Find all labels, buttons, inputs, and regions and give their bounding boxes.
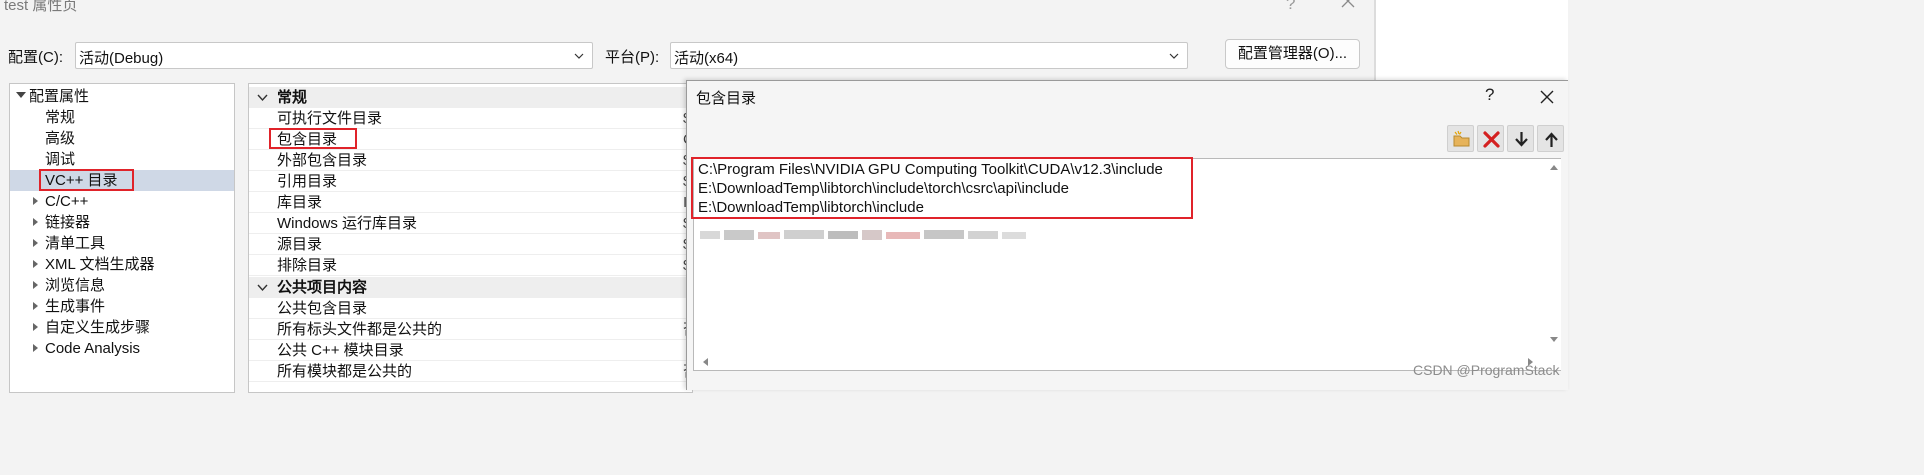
row-label: 所有标头文件都是公共的: [277, 321, 443, 338]
category-label: 常规: [277, 89, 308, 106]
collapsed-icon[interactable]: [33, 218, 38, 226]
collapsed-icon[interactable]: [33, 281, 38, 289]
tree-item-general[interactable]: 常规: [45, 107, 75, 128]
row-label: 源目录: [277, 236, 323, 253]
tree-root[interactable]: 配置属性: [29, 86, 89, 107]
help-button[interactable]: ?: [1485, 85, 1494, 105]
property-tree: 配置属性 常规 高级 调试 VC++ 目录 C/C++ 链接器 清单工具 XML…: [9, 83, 235, 393]
move-up-button[interactable]: [1537, 125, 1564, 152]
grid-row[interactable]: 可执行文件目录$: [249, 108, 691, 129]
watermark: CSDN @ProgramStack: [1413, 362, 1560, 378]
category-public-content[interactable]: 公共项目内容: [249, 277, 689, 298]
new-folder-icon: [1453, 130, 1470, 147]
collapsed-icon[interactable]: [33, 344, 38, 352]
row-label: 所有模块都是公共的: [277, 363, 413, 380]
window-title: test 属性页: [4, 0, 78, 14]
category-label: 公共项目内容: [277, 279, 368, 296]
include-directories-dialog: 包含目录 ? C:\Program Files\NVIDIA GPU Compu…: [686, 80, 1568, 390]
grid-row[interactable]: 公共包含目录: [249, 298, 689, 319]
tree-item-custom-build[interactable]: 自定义生成步骤: [45, 317, 150, 338]
platform-dropdown[interactable]: 活动(x64): [670, 42, 1188, 69]
grid-row[interactable]: Windows 运行库目录$: [249, 213, 691, 234]
row-label: 排除目录: [277, 257, 338, 274]
chevron-down-icon: [574, 53, 584, 59]
expand-icon[interactable]: [16, 92, 26, 98]
scroll-up-icon[interactable]: [1550, 165, 1558, 170]
highlight-box: [39, 169, 134, 191]
collapsed-icon[interactable]: [33, 197, 38, 205]
chevron-down-icon: [257, 94, 268, 102]
collapsed-icon[interactable]: [33, 239, 38, 247]
highlight-box: [269, 128, 357, 149]
blurred-entry: [700, 230, 1026, 240]
tree-item-browse-info[interactable]: 浏览信息: [45, 275, 105, 296]
config-dropdown[interactable]: 活动(Debug): [75, 42, 593, 69]
category-general[interactable]: 常规: [249, 87, 689, 108]
tree-item-linker[interactable]: 链接器: [45, 212, 90, 233]
config-value: 活动(Debug): [79, 50, 164, 67]
tree-item-debugging[interactable]: 调试: [45, 149, 75, 170]
move-up-icon: [1545, 132, 1558, 147]
grid-row[interactable]: 所有标头文件都是公共的否: [249, 319, 698, 340]
close-icon[interactable]: [1340, 0, 1356, 9]
scroll-left-icon[interactable]: [703, 358, 708, 366]
row-label: 库目录: [277, 194, 323, 211]
tree-item-manifest[interactable]: 清单工具: [45, 233, 105, 254]
tree-item-advanced[interactable]: 高级: [45, 128, 75, 149]
grid-row[interactable]: 排除目录$: [249, 255, 691, 276]
collapsed-icon[interactable]: [33, 302, 38, 310]
new-line-button[interactable]: [1447, 125, 1474, 152]
row-label: 公共 C++ 模块目录: [277, 342, 404, 359]
scroll-down-icon[interactable]: [1550, 337, 1558, 342]
delete-line-button[interactable]: [1477, 125, 1504, 152]
grid-row[interactable]: 源目录$: [249, 234, 691, 255]
row-label: 可执行文件目录: [277, 110, 383, 127]
collapsed-icon[interactable]: [33, 260, 38, 268]
vertical-scrollbar[interactable]: [1546, 159, 1561, 370]
chevron-down-icon: [257, 284, 268, 292]
collapsed-icon[interactable]: [33, 323, 38, 331]
platform-label: 平台(P):: [605, 49, 660, 66]
platform-value: 活动(x64): [674, 50, 739, 67]
row-label: Windows 运行库目录: [277, 215, 418, 232]
row-label: 外部包含目录: [277, 152, 368, 169]
tree-item-code-analysis[interactable]: Code Analysis: [45, 338, 140, 359]
tree-item-build-events[interactable]: 生成事件: [45, 296, 105, 317]
delete-icon: [1483, 131, 1500, 148]
close-icon[interactable]: [1540, 90, 1554, 104]
grid-row[interactable]: 外部包含目录$: [249, 150, 691, 171]
highlight-box: [691, 157, 1193, 219]
row-label: 公共包含目录: [277, 300, 368, 317]
dialog-title: 包含目录: [696, 90, 757, 107]
config-manager-button[interactable]: 配置管理器(O)...: [1225, 39, 1360, 69]
grid-row[interactable]: 所有模块都是公共的否: [249, 361, 698, 382]
config-label: 配置(C):: [8, 49, 63, 66]
chevron-down-icon: [1169, 53, 1179, 59]
tree-item-xml-doc[interactable]: XML 文档生成器: [45, 254, 154, 275]
move-down-icon: [1515, 132, 1528, 147]
grid-row[interactable]: 引用目录$: [249, 171, 691, 192]
help-button[interactable]: ?: [1286, 0, 1295, 14]
grid-row[interactable]: 公共 C++ 模块目录: [249, 340, 689, 361]
tree-item-cpp[interactable]: C/C++: [45, 191, 88, 212]
move-down-button[interactable]: [1507, 125, 1534, 152]
grid-row[interactable]: 库目录I: [249, 192, 689, 213]
row-label: 引用目录: [277, 173, 338, 190]
